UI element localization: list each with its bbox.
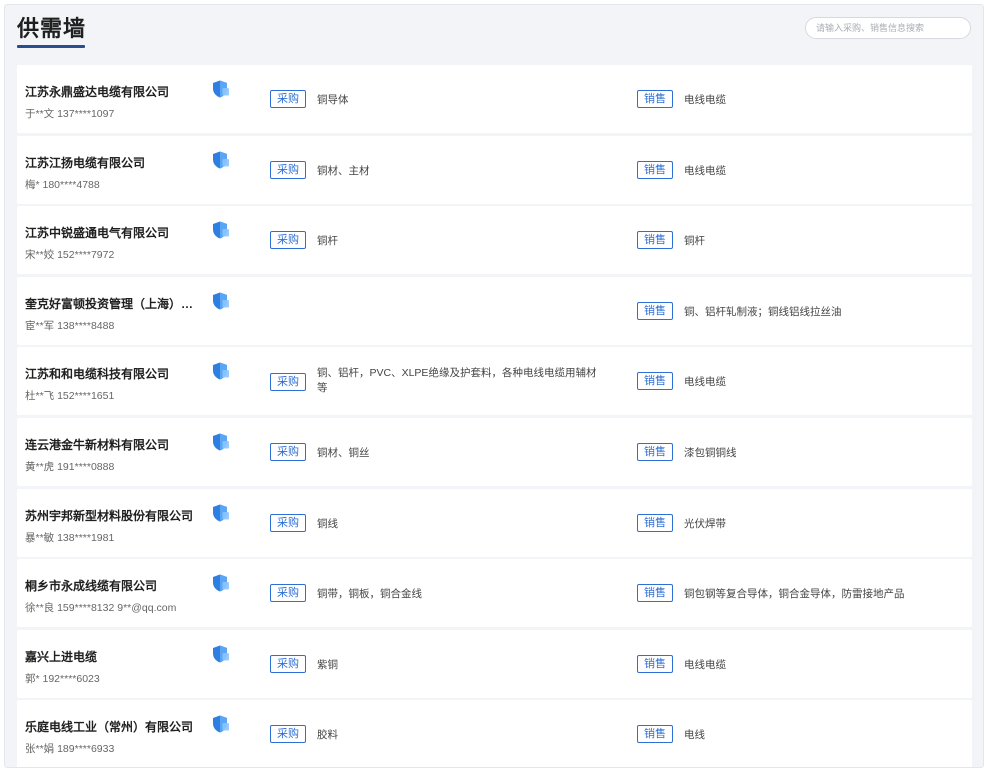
sell-tag: 销售: [637, 725, 673, 744]
buy-tag: 采购: [270, 584, 306, 603]
sell-tag: 销售: [637, 231, 673, 250]
supply-demand-list: 江苏永鼎盛达电缆有限公司 于**文 137****1097 采购 铜导体 销售 …: [17, 65, 972, 767]
sell-items: 电线电缆: [684, 94, 726, 106]
verified-shield-icon: [210, 150, 230, 170]
list-item[interactable]: 江苏永鼎盛达电缆有限公司 于**文 137****1097 采购 铜导体 销售 …: [17, 65, 972, 133]
verified-shield-icon: [210, 291, 230, 311]
buy-items: 铜、铝杆，PVC、XLPE绝缘及护套料，各种电线电缆用辅材等: [317, 367, 597, 395]
sell-tag: 销售: [637, 442, 673, 461]
list-item[interactable]: 桐乡市永成线缆有限公司 徐**良 159****8132 9**@qq.com …: [17, 559, 972, 628]
company-name[interactable]: 江苏江扬电缆有限公司: [25, 154, 200, 171]
list-item[interactable]: 江苏中锐盛通电气有限公司 宋**姣 152****7972 采购 铜杆 销售 铜…: [17, 206, 972, 275]
buy-tag: 采购: [270, 442, 306, 461]
sell-items: 铜、铝杆轧制液；铜线铝线拉丝油: [684, 305, 842, 318]
sell-tag: 销售: [637, 90, 673, 108]
sell-items: 铜杆: [684, 235, 705, 248]
contact-info: 黄**虎 191****0888: [25, 460, 115, 473]
buy-items: 铜材、主材: [317, 164, 370, 177]
buy-tag: 采购: [270, 231, 306, 250]
verified-shield-icon: [210, 714, 230, 734]
list-item[interactable]: 连云港金牛新材料有限公司 黄**虎 191****0888 采购 铜材、铜丝 销…: [17, 417, 972, 486]
company-name[interactable]: 乐庭电线工业（常州）有限公司: [25, 718, 200, 735]
sell-tag: 销售: [637, 301, 673, 320]
buy-tag: 采购: [270, 90, 306, 108]
buy-items: 铜材、铜丝: [317, 446, 370, 459]
sell-tag: 销售: [637, 654, 673, 673]
buy-tag: 采购: [270, 373, 306, 392]
page-title: 供需墙: [17, 16, 87, 41]
contact-info: 宋**姣 152****7972: [25, 249, 115, 262]
contact-info: 张**娟 189****6933: [25, 743, 115, 756]
list-item[interactable]: 江苏江扬电缆有限公司 梅* 180****4788 采购 铜材、主材 销售 电线…: [17, 135, 972, 204]
sell-items: 电线: [684, 729, 705, 742]
sell-items: 电线电缆: [684, 658, 726, 671]
sell-tag: 销售: [637, 584, 673, 603]
sell-items: 漆包铜铜线: [684, 446, 737, 459]
verified-shield-icon: [210, 432, 230, 452]
list-item[interactable]: 江苏和和电缆科技有限公司 杜**飞 152****1651 采购 铜、铝杆，PV…: [17, 347, 972, 416]
company-name[interactable]: 江苏和和电缆科技有限公司: [25, 365, 200, 382]
supply-demand-wall: 供需墙 江苏永鼎盛达电缆有限公司 于**文 137****1097 采购 铜导体…: [4, 4, 984, 768]
title-underline: [17, 45, 85, 48]
sell-items: 铜包钢等复合导体，铜合金导体，防雷接地产品: [684, 588, 905, 601]
company-name[interactable]: 桐乡市永成线缆有限公司: [25, 577, 200, 594]
list-item[interactable]: 苏州宇邦新型材料股份有限公司 暴**敏 138****1981 采购 铜线 销售…: [17, 488, 972, 557]
buy-items: 铜带，铜板，铜合金线: [317, 588, 422, 601]
buy-tag: 采购: [270, 513, 306, 532]
contact-info: 于**文 137****1097: [25, 108, 115, 120]
sell-tag: 销售: [637, 372, 673, 391]
buy-items: 紫铜: [317, 658, 338, 671]
buy-items: 铜导体: [317, 94, 349, 106]
buy-tag: 采购: [270, 725, 306, 744]
list-item[interactable]: 嘉兴上进电缆 郭* 192****6023 采购 紫铜 销售 电线电缆: [17, 629, 972, 698]
contact-info: 杜**飞 152****1651: [25, 390, 115, 403]
sell-items: 电线电缆: [684, 376, 726, 389]
contact-info: 郭* 192****6023: [25, 672, 100, 685]
verified-shield-icon: [210, 361, 230, 381]
verified-shield-icon: [210, 644, 230, 664]
sell-items: 光伏焊带: [684, 517, 726, 530]
contact-info: 暴**敏 138****1981: [25, 531, 115, 544]
company-name[interactable]: 连云港金牛新材料有限公司: [25, 436, 200, 453]
buy-tag: 采购: [270, 654, 306, 673]
buy-tag: 采购: [270, 160, 306, 179]
company-name[interactable]: 江苏中锐盛通电气有限公司: [25, 224, 200, 241]
sell-tag: 销售: [637, 160, 673, 179]
contact-info: 徐**良 159****8132 9**@qq.com: [25, 602, 177, 615]
company-name[interactable]: 奎克好富顿投资管理（上海）有限公司: [25, 295, 200, 312]
company-name[interactable]: 江苏永鼎盛达电缆有限公司: [25, 83, 200, 100]
contact-info: 梅* 180****4788: [25, 178, 100, 191]
buy-items: 铜杆: [317, 235, 338, 248]
search-input[interactable]: [805, 17, 971, 39]
sell-items: 电线电缆: [684, 164, 726, 177]
verified-shield-icon: [210, 573, 230, 593]
buy-items: 胶料: [317, 729, 338, 742]
company-name[interactable]: 嘉兴上进电缆: [25, 648, 200, 665]
verified-shield-icon: [210, 220, 230, 240]
contact-info: 宦**军 138****8488: [25, 319, 115, 332]
verified-shield-icon: [210, 503, 230, 523]
company-name[interactable]: 苏州宇邦新型材料股份有限公司: [25, 507, 200, 524]
buy-items: 铜线: [317, 517, 338, 530]
list-item[interactable]: 奎克好富顿投资管理（上海）有限公司 宦**军 138****8488 销售 铜、…: [17, 276, 972, 345]
sell-tag: 销售: [637, 513, 673, 532]
list-item[interactable]: 乐庭电线工业（常州）有限公司 张**娟 189****6933 采购 胶料 销售…: [17, 700, 972, 767]
verified-shield-icon: [210, 79, 230, 99]
